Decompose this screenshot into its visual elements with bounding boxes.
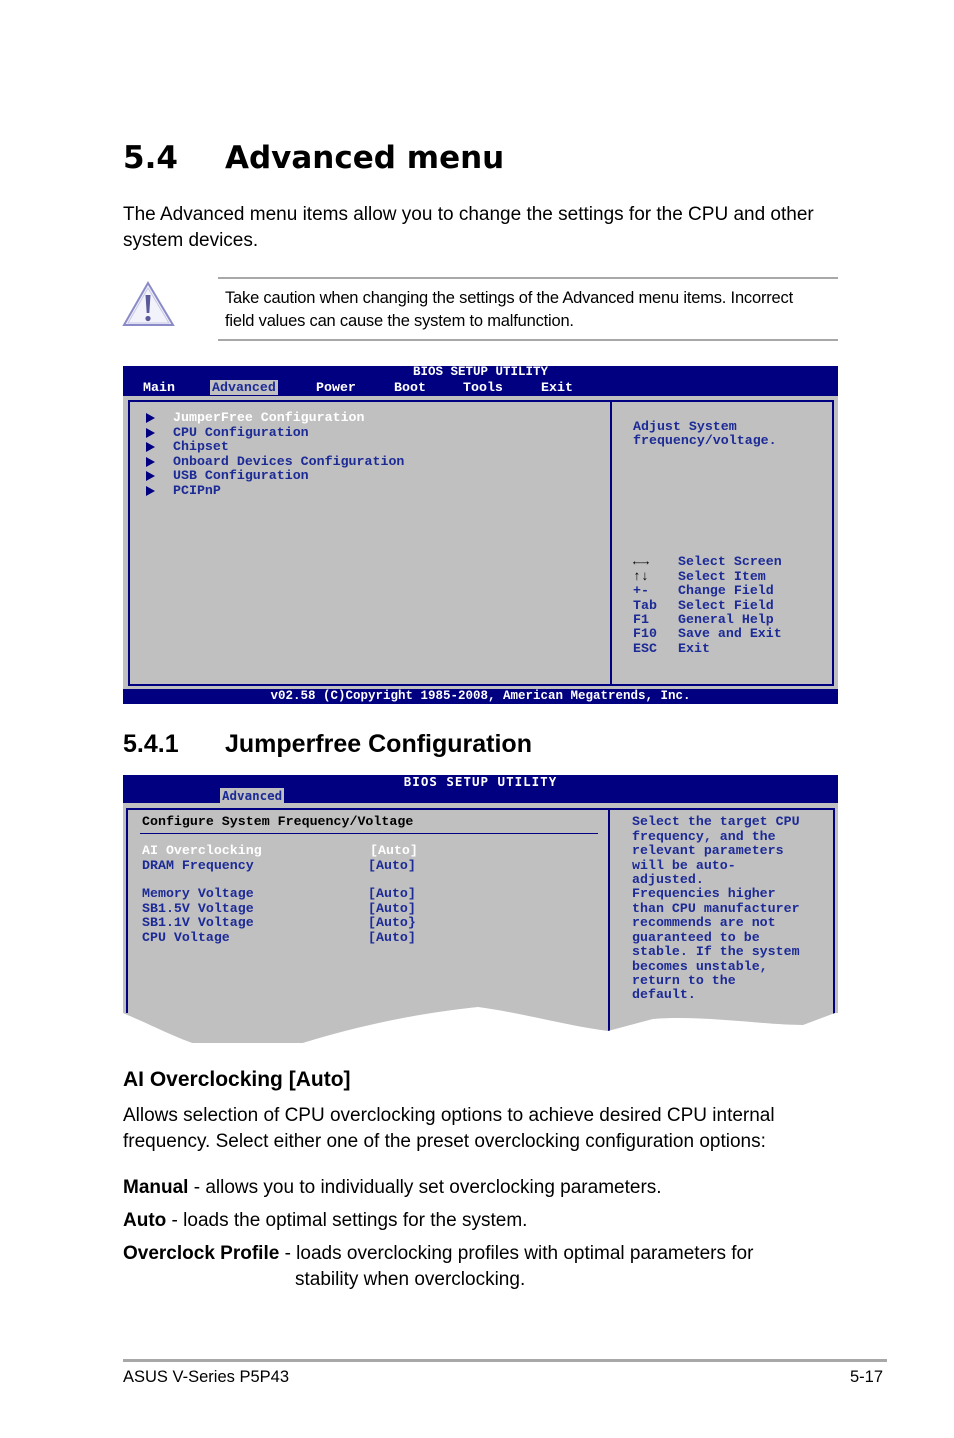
note-bottom-rule (218, 339, 838, 341)
option-manual: Manual - allows you to individually set … (123, 1175, 843, 1201)
bios-title-bar: BIOS SETUP UTILITY Main Advanced Power B… (123, 366, 838, 396)
submenu-arrow-icon (146, 486, 155, 496)
key-name: F10 (633, 626, 657, 641)
tab-exit[interactable]: Exit (541, 380, 573, 395)
option-text: - loads the optimal settings for the sys… (166, 1210, 528, 1231)
caution-text: Take caution when changing the settings … (225, 289, 793, 330)
key-action: Save and Exit (678, 626, 782, 641)
submenu-arrow-icon (146, 442, 155, 452)
key-name: ESC (633, 641, 657, 656)
key-action: Select Screen (678, 554, 782, 569)
menu-item-chipset[interactable]: Chipset (173, 439, 229, 455)
submenu-arrow-icon (146, 428, 155, 438)
section-heading: 5.4 Advanced menu (123, 140, 504, 176)
bios-copyright-footer: v02.58 (C)Copyright 1985-2008, American … (123, 689, 838, 704)
ai-overclocking-description: Allows selection of CPU overclocking opt… (123, 1105, 775, 1152)
bios-title: BIOS SETUP UTILITY (412, 365, 549, 379)
option-text-continued: stability when overclocking. (295, 1269, 526, 1290)
section-number: 5.4 (123, 140, 178, 176)
menu-item-pcipnp[interactable]: PCIPnP (173, 483, 221, 499)
option-term: Manual (123, 1177, 189, 1198)
option-text: - allows you to individually set overclo… (188, 1177, 662, 1198)
tab-main[interactable]: Main (143, 380, 175, 395)
torn-edge-mask (123, 1007, 838, 1047)
footer-product: ASUS V-Series P5P43 (123, 1368, 289, 1386)
key-action: Change Field (678, 583, 774, 598)
left-right-arrows-icon: ←→ (633, 554, 649, 569)
subsection-heading: 5.4.1 Jumperfree Configuration (123, 730, 532, 759)
submenu-arrow-icon (146, 457, 155, 467)
section-title: Advanced menu (225, 140, 505, 176)
subsection-title: Jumperfree Configuration (225, 730, 532, 758)
footer-rule (123, 1359, 887, 1362)
key-action: Exit (678, 641, 710, 656)
key-name: +- (633, 583, 649, 598)
tab-advanced[interactable]: Advanced (210, 380, 278, 395)
menu-item-jumperfree[interactable]: JumperFree Configuration (173, 410, 365, 426)
warning-triangle-icon (122, 280, 178, 330)
tab-power[interactable]: Power (316, 380, 356, 395)
menu-item-usb[interactable]: USB Configuration (173, 468, 309, 484)
section-intro: The Advanced menu items allow you to cha… (123, 204, 814, 251)
footer-page-number: 5-17 (850, 1368, 884, 1386)
option-term: Overclock Profile (123, 1243, 280, 1264)
tab-boot[interactable]: Boot (394, 380, 426, 395)
option-text: - loads overclocking profiles with optim… (279, 1243, 754, 1264)
bios-jumperfree-screen: BIOS SETUP UTILITY Advanced Configure Sy… (123, 775, 838, 1047)
option-overclock-profile: Overclock Profile - loads overclocking p… (123, 1241, 883, 1293)
ai-overclocking-heading: AI Overclocking [Auto] (123, 1068, 351, 1091)
help-line: frequency/voltage. (633, 433, 777, 448)
option-term: Auto (123, 1210, 167, 1231)
option-auto: Auto - loads the optimal settings for th… (123, 1208, 843, 1234)
tab-tools[interactable]: Tools (463, 380, 503, 395)
note-top-rule (218, 277, 838, 279)
bios-advanced-screen: BIOS SETUP UTILITY Main Advanced Power B… (123, 366, 838, 704)
submenu-arrow-icon (146, 471, 155, 481)
submenu-arrow-icon (146, 413, 155, 423)
subsection-number: 5.4.1 (123, 730, 179, 758)
